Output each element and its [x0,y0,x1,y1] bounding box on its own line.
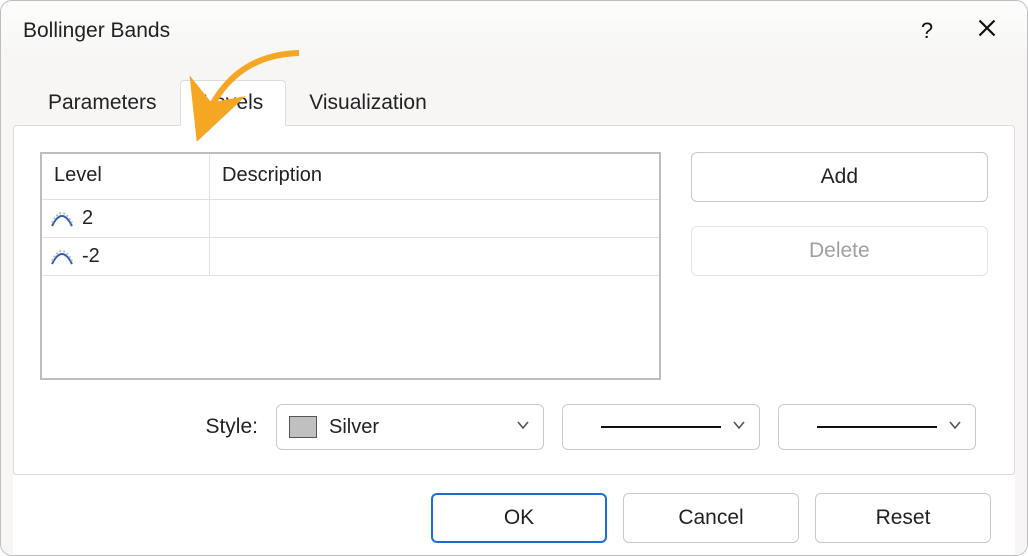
color-select[interactable]: Silver [276,404,544,450]
cell-description [210,200,659,237]
close-button[interactable] [957,1,1017,61]
cell-level-value: 2 [82,207,93,230]
tab-strip: Parameters Levels Visualization [25,79,1015,125]
button-label: Delete [809,239,870,263]
table-row[interactable]: 2 [42,200,659,238]
line-width-select[interactable] [778,404,976,450]
button-label: Cancel [678,506,743,530]
titlebar-controls: ? [897,1,1017,61]
cell-level: 2 [42,200,210,237]
titlebar: Bollinger Bands ? [1,1,1027,61]
line-style-select[interactable] [562,404,760,450]
tab-levels[interactable]: Levels [180,80,287,126]
cell-description [210,238,659,275]
help-button[interactable]: ? [897,1,957,61]
tab-label: Levels [203,91,264,114]
button-label: Add [821,165,858,189]
close-icon [977,18,997,44]
help-icon: ? [921,18,933,44]
tab-label: Parameters [48,91,157,114]
add-button[interactable]: Add [691,152,988,202]
tab-label: Visualization [309,91,427,114]
style-row: Style: Silver [40,404,988,450]
ok-button[interactable]: OK [431,493,607,543]
window-title: Bollinger Bands [23,19,170,43]
tabpanel-levels: Level Description 2 [13,125,1015,475]
levels-buttons: Add Delete [691,152,988,276]
levels-main-row: Level Description 2 [40,152,988,380]
chevron-down-icon [731,416,747,439]
levels-table[interactable]: Level Description 2 [40,152,661,380]
column-header-description[interactable]: Description [210,154,659,200]
tab-visualization[interactable]: Visualization [286,80,450,126]
line-style-sample [601,426,721,428]
tab-parameters[interactable]: Parameters [25,80,180,126]
reset-button[interactable]: Reset [815,493,991,543]
button-label: Reset [876,506,931,530]
column-header-level[interactable]: Level [42,154,210,200]
cancel-button[interactable]: Cancel [623,493,799,543]
line-width-sample [817,426,937,428]
dialog-bollinger-bands: Bollinger Bands ? Parameters Levels [0,0,1028,556]
button-label: OK [504,506,534,530]
dialog-footer: OK Cancel Reset [13,475,1015,556]
style-label: Style: [40,415,258,439]
cell-level-value: -2 [82,245,100,268]
dialog-body: Parameters Levels Visualization Level De… [1,61,1027,556]
level-curve-icon [50,249,74,265]
delete-button: Delete [691,226,988,276]
table-row[interactable]: -2 [42,238,659,276]
level-curve-icon [50,211,74,227]
cell-level: -2 [42,238,210,275]
color-name: Silver [329,416,379,439]
chevron-down-icon [947,416,963,439]
table-header: Level Description [42,154,659,200]
color-swatch [289,416,317,438]
chevron-down-icon [515,416,531,439]
